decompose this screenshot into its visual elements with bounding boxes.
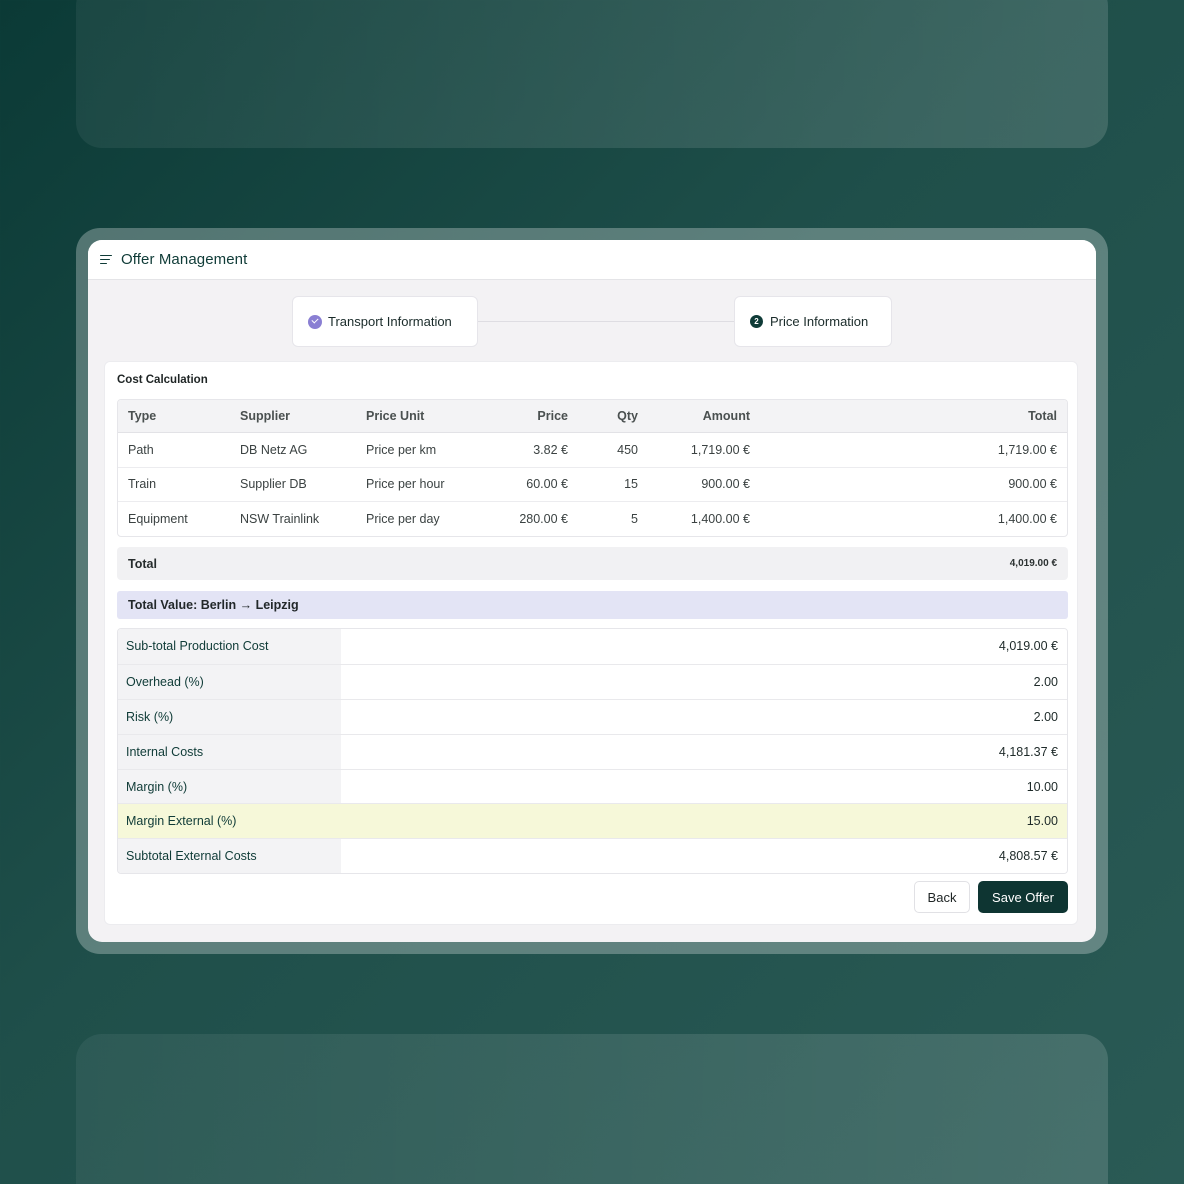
summary-row-margin: Margin (%) 10.00 xyxy=(118,768,1067,804)
margin-external-input[interactable]: 15.00 xyxy=(341,804,1067,839)
step-connector xyxy=(477,321,735,322)
title-bar: Offer Management xyxy=(88,240,1096,280)
summary-value: 4,808.57 € xyxy=(341,839,1067,874)
check-circle-icon xyxy=(308,314,322,329)
cell-type: Path xyxy=(128,442,154,457)
cell-type: Equipment xyxy=(128,511,188,526)
card-title: Cost Calculation xyxy=(117,374,208,386)
cost-table: Type Supplier Price Unit Price Qty Amoun… xyxy=(117,399,1068,537)
offer-management-window: Offer Management Transport Information 2… xyxy=(88,240,1096,942)
summary-label: Overhead (%) xyxy=(118,664,341,699)
save-offer-button[interactable]: Save Offer xyxy=(978,881,1068,913)
background-card-top xyxy=(76,0,1108,148)
step-label: Transport Information xyxy=(328,314,452,329)
summary-value: 4,019.00 € xyxy=(341,629,1067,664)
overhead-input[interactable]: 2.00 xyxy=(341,664,1067,699)
summary-label: Margin (%) xyxy=(118,769,341,804)
step-transport-information[interactable]: Transport Information xyxy=(292,296,478,347)
column-header-type: Type xyxy=(128,409,157,423)
cell-price: 60.00 € xyxy=(526,477,568,492)
column-header-price-unit: Price Unit xyxy=(366,409,425,423)
summary-row-margin-external: Margin External (%) 15.00 xyxy=(118,803,1067,839)
total-row: Total 4,019.00 € xyxy=(117,547,1068,580)
cost-calculation-card: Cost Calculation Type Supplier Price Uni… xyxy=(104,361,1078,925)
cell-supplier: Supplier DB xyxy=(240,477,307,492)
cell-total: 900.00 € xyxy=(1008,477,1057,492)
step-number-badge: 2 xyxy=(750,315,763,328)
total-value: 4,019.00 € xyxy=(1009,558,1057,569)
column-header-qty: Qty xyxy=(617,409,638,423)
route-total-banner: Total Value: Berlin → Leipzig xyxy=(117,591,1068,619)
summary-row-internal-costs: Internal Costs 4,181.37 € xyxy=(118,733,1067,769)
summary-row-overhead: Overhead (%) 2.00 xyxy=(118,663,1067,699)
cell-qty: 15 xyxy=(624,477,638,492)
summary-label: Internal Costs xyxy=(118,734,341,769)
risk-input[interactable]: 2.00 xyxy=(341,699,1067,734)
cell-price-unit: Price per km xyxy=(366,442,437,457)
summary-label: Risk (%) xyxy=(118,699,341,734)
column-header-total: Total xyxy=(1028,409,1057,423)
cell-price: 280.00 € xyxy=(519,511,568,526)
summary-row-subtotal-production-cost: Sub-total Production Cost 4,019.00 € xyxy=(118,629,1067,664)
column-header-price: Price xyxy=(537,409,568,423)
step-price-information[interactable]: 2 Price Information xyxy=(734,296,892,347)
cell-price-unit: Price per hour xyxy=(366,477,445,492)
table-header: Type Supplier Price Unit Price Qty Amoun… xyxy=(118,400,1067,432)
summary-label: Margin External (%) xyxy=(118,804,341,839)
cell-amount: 1,400.00 € xyxy=(690,511,750,526)
table-row[interactable]: Train Supplier DB Price per hour 60.00 €… xyxy=(118,466,1067,502)
cell-price: 3.82 € xyxy=(533,442,568,457)
margin-input[interactable]: 10.00 xyxy=(341,769,1067,804)
summary-label: Subtotal External Costs xyxy=(118,839,341,874)
cell-price-unit: Price per day xyxy=(366,511,440,526)
background-card-bottom xyxy=(76,1034,1108,1184)
menu-icon[interactable] xyxy=(100,254,112,265)
summary-label: Sub-total Production Cost xyxy=(118,629,341,664)
total-label: Total xyxy=(128,556,157,571)
back-button[interactable]: Back xyxy=(914,881,970,913)
cell-qty: 5 xyxy=(631,511,638,526)
stepper: Transport Information 2 Price Informatio… xyxy=(88,280,1096,362)
table-row[interactable]: Path DB Netz AG Price per km 3.82 € 450 … xyxy=(118,432,1067,467)
summary-row-subtotal-external-costs: Subtotal External Costs 4,808.57 € xyxy=(118,838,1067,874)
price-summary-table: Sub-total Production Cost 4,019.00 € Ove… xyxy=(117,628,1068,875)
cell-amount: 1,719.00 € xyxy=(690,442,750,457)
summary-row-risk: Risk (%) 2.00 xyxy=(118,698,1067,734)
app-title: Offer Management xyxy=(121,251,248,268)
cell-supplier: DB Netz AG xyxy=(240,442,308,457)
column-header-supplier: Supplier xyxy=(240,409,291,423)
column-header-amount: Amount xyxy=(702,409,750,423)
cell-qty: 450 xyxy=(617,442,638,457)
cell-supplier: NSW Trainlink xyxy=(240,511,320,526)
step-label: Price Information xyxy=(770,314,869,329)
summary-value: 4,181.37 € xyxy=(341,734,1067,769)
cell-amount: 900.00 € xyxy=(701,477,750,492)
cell-type: Train xyxy=(128,477,157,492)
cell-total: 1,400.00 € xyxy=(997,511,1057,526)
table-row[interactable]: Equipment NSW Trainlink Price per day 28… xyxy=(118,501,1067,536)
cell-total: 1,719.00 € xyxy=(997,442,1057,457)
